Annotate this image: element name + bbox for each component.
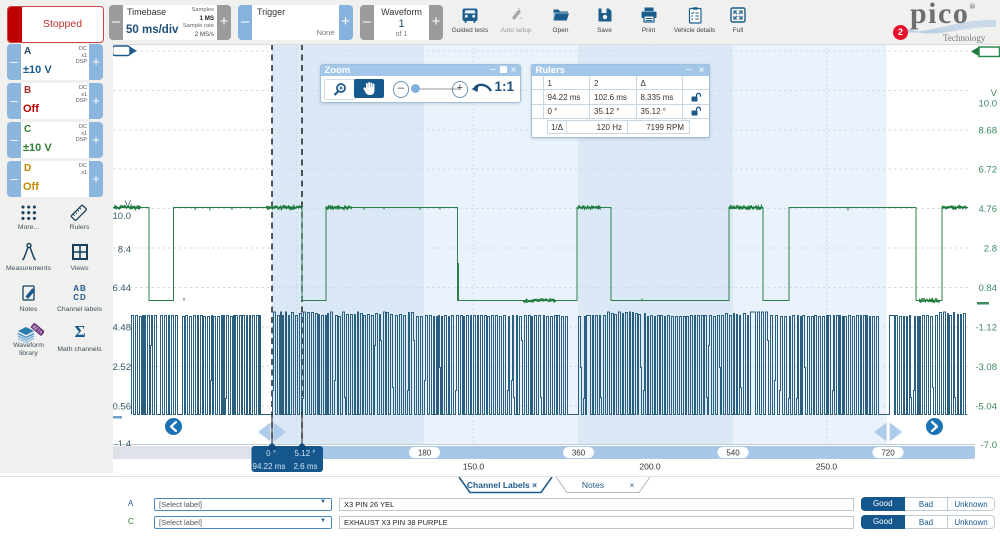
svg-text:720: 720 xyxy=(881,449,895,458)
svg-text:540: 540 xyxy=(726,449,740,458)
svg-text:6.44: 6.44 xyxy=(113,283,132,294)
svg-text:-5.04: -5.04 xyxy=(975,402,997,413)
svg-text:0.56: 0.56 xyxy=(113,402,132,413)
svg-text:6.72: 6.72 xyxy=(979,165,998,176)
svg-text:250.0: 250.0 xyxy=(816,462,838,472)
svg-text:180: 180 xyxy=(418,449,432,458)
svg-text:5.12 °: 5.12 ° xyxy=(295,449,316,458)
svg-text:0.84: 0.84 xyxy=(979,283,998,294)
svg-text:V: V xyxy=(991,88,998,99)
svg-text:-7.0: -7.0 xyxy=(981,440,997,451)
svg-text:150.0: 150.0 xyxy=(463,462,485,472)
svg-text:Notes: Notes xyxy=(582,480,604,490)
svg-text:-3.08: -3.08 xyxy=(975,362,997,373)
svg-text:2.8: 2.8 xyxy=(984,244,997,255)
svg-text:2.6 ms: 2.6 ms xyxy=(293,462,317,471)
svg-text:×: × xyxy=(630,480,635,490)
svg-text:Channel Labels ×: Channel Labels × xyxy=(467,480,537,490)
svg-text:200.0: 200.0 xyxy=(639,462,661,472)
svg-text:360: 360 xyxy=(572,449,586,458)
svg-text:8.4: 8.4 xyxy=(118,245,131,256)
svg-text:10.0: 10.0 xyxy=(113,211,132,222)
svg-text:94.22 ms: 94.22 ms xyxy=(253,462,286,471)
svg-text:4.76: 4.76 xyxy=(979,204,998,215)
svg-text:-1.12: -1.12 xyxy=(975,323,997,334)
svg-text:10.0: 10.0 xyxy=(979,99,998,110)
svg-text:8.68: 8.68 xyxy=(979,126,998,137)
svg-text:2.52: 2.52 xyxy=(113,362,132,373)
svg-text:0 °: 0 ° xyxy=(266,449,276,458)
svg-text:4.48: 4.48 xyxy=(113,323,132,334)
svg-text:V: V xyxy=(125,199,132,210)
